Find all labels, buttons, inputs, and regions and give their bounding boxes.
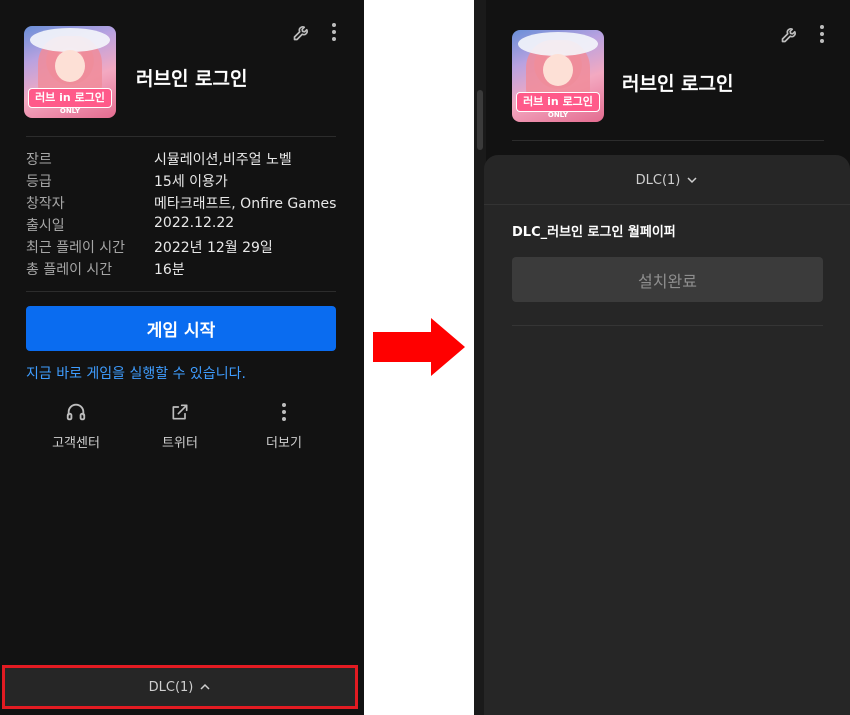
divider [484,204,850,205]
dlc-item-name: DLC_러브인 로그인 월페이퍼 [512,225,676,240]
arrow-right-icon [373,318,465,376]
game-title: 러브인 로그인 [622,73,734,95]
thumbnail-logo: 러브 in 로그인 [28,88,112,108]
dlc-sheet-header[interactable]: DLC(1) [484,155,850,205]
dlc-toggle-bar[interactable]: DLC(1) [2,665,358,709]
thumbnail-logo: 러브 in 로그인 [516,92,600,112]
divider [26,136,336,137]
action-label: 고객센터 [52,436,100,451]
info-value: 15세 이용가 [154,174,228,190]
info-key: 장르 [26,152,52,168]
info-key: 총 플레이 시간 [26,262,113,278]
thumbnail-badge: ONLY [547,111,569,119]
info-key: 출시일 [26,218,65,234]
game-title: 러브인 로그인 [136,68,248,90]
play-game-button[interactable]: 게임 시작 [26,306,336,351]
action-label: 더보기 [266,436,302,451]
chevron-down-icon [687,177,697,184]
info-value: 2022년 12월 29일 [154,240,273,256]
info-value: 2022.12.22 [154,215,235,231]
divider [512,325,823,326]
more-vertical-icon[interactable] [324,20,344,44]
game-thumbnail: 러브 in 로그인 ONLY [24,26,116,118]
divider [26,291,336,292]
left-panel: 러브 in 로그인 ONLY 러브인 로그인 장르 시뮬레이션,비주얼 노벨 등… [0,0,364,715]
action-support[interactable]: 고객센터 [36,400,116,451]
info-value: 16분 [154,262,185,278]
scrollbar-thumb[interactable] [477,90,483,150]
info-key: 최근 플레이 시간 [26,240,126,256]
dlc-sheet: DLC(1) DLC_러브인 로그인 월페이퍼 설치완료 [484,155,850,715]
more-vertical-icon [244,400,324,424]
info-value: 메타크래프트, Onfire Games [154,196,337,212]
wrench-icon[interactable] [778,22,802,46]
info-key: 등급 [26,174,52,190]
dlc-header-label: DLC(1) [635,172,681,188]
external-link-icon [140,400,220,424]
wrench-icon[interactable] [290,20,314,44]
info-value: 시뮬레이션,비주얼 노벨 [154,152,292,168]
right-panel: 러브 in 로그인 ONLY 러브인 로그인 DLC(1) DLC_러브인 로그… [474,0,850,715]
action-label: 트위터 [162,436,198,451]
action-more[interactable]: 더보기 [244,400,324,451]
thumbnail-badge: ONLY [59,107,81,115]
play-status-text: 지금 바로 게임을 실행할 수 있습니다. [26,366,246,382]
divider [512,140,824,141]
headset-icon [36,400,116,424]
info-key: 창작자 [26,196,65,212]
dlc-toggle-label: DLC(1) [148,679,194,695]
chevron-up-icon [200,683,210,690]
game-thumbnail: 러브 in 로그인 ONLY [512,30,604,122]
action-twitter[interactable]: 트위터 [140,400,220,451]
dlc-installed-button: 설치완료 [512,257,823,302]
more-vertical-icon[interactable] [812,22,832,46]
